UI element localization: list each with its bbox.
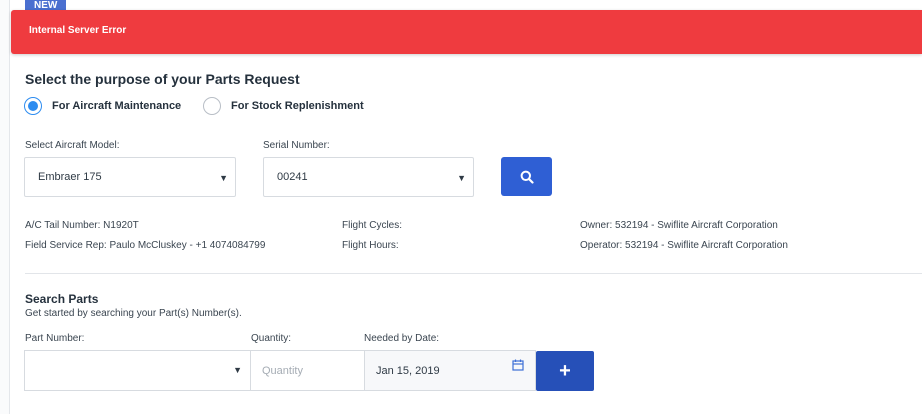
operator: Operator: 532194 - Swiflite Aircraft Cor… <box>580 240 788 251</box>
flight-hours: Flight Hours: <box>342 240 399 251</box>
needed-by-date-input[interactable]: Jan 15, 2019 <box>364 350 536 391</box>
search-parts-subtitle: Get started by searching your Part(s) Nu… <box>25 308 242 319</box>
quantity-placeholder: Quantity <box>262 364 303 377</box>
add-part-button[interactable]: + <box>536 351 594 391</box>
radio-label: For Stock Replenishment <box>231 100 364 112</box>
field-service-rep: Field Service Rep: Paulo McCluskey - +1 … <box>25 240 266 251</box>
purpose-title: Select the purpose of your Parts Request <box>25 71 300 87</box>
aircraft-model-value: Embraer 175 <box>38 171 102 183</box>
radio-label: For Aircraft Maintenance <box>52 100 182 112</box>
error-alert: Internal Server Error <box>11 10 922 54</box>
owner: Owner: 532194 - Swiflite Aircraft Corpor… <box>580 220 778 231</box>
part-number-select[interactable]: ▼ <box>24 350 251 391</box>
search-button[interactable] <box>501 157 552 196</box>
aircraft-model-label: Select Aircraft Model: <box>25 140 120 151</box>
error-message: Internal Server Error <box>29 25 127 36</box>
radio-stock-replenishment[interactable]: For Stock Replenishment <box>203 96 364 116</box>
part-number-label: Part Number: <box>25 333 85 344</box>
page-left-edge <box>0 0 10 414</box>
aircraft-model-select[interactable]: Embraer 175 ▼ <box>24 157 236 197</box>
calendar-icon[interactable] <box>512 359 524 371</box>
serial-number-value: 00241 <box>277 171 308 183</box>
search-parts-title: Search Parts <box>25 292 99 306</box>
serial-number-label: Serial Number: <box>263 140 330 151</box>
quantity-input[interactable]: Quantity <box>251 350 365 391</box>
quantity-label: Quantity: <box>251 333 292 344</box>
caret-down-icon: ▼ <box>219 173 228 183</box>
caret-down-icon: ▼ <box>233 365 242 375</box>
radio-button-unchecked[interactable] <box>203 97 221 115</box>
section-divider <box>25 273 922 274</box>
needed-by-date-value: Jan 15, 2019 <box>376 364 440 377</box>
tail-number: A/C Tail Number: N1920T <box>25 220 139 231</box>
radio-button-checked[interactable] <box>24 97 42 115</box>
search-icon <box>520 170 534 184</box>
flight-cycles: Flight Cycles: <box>342 220 403 231</box>
radio-aircraft-maintenance[interactable]: For Aircraft Maintenance <box>24 96 181 116</box>
needed-by-date-label: Needed by Date: <box>364 333 440 344</box>
serial-number-select[interactable]: 00241 ▼ <box>263 157 474 197</box>
caret-down-icon: ▼ <box>457 173 466 183</box>
